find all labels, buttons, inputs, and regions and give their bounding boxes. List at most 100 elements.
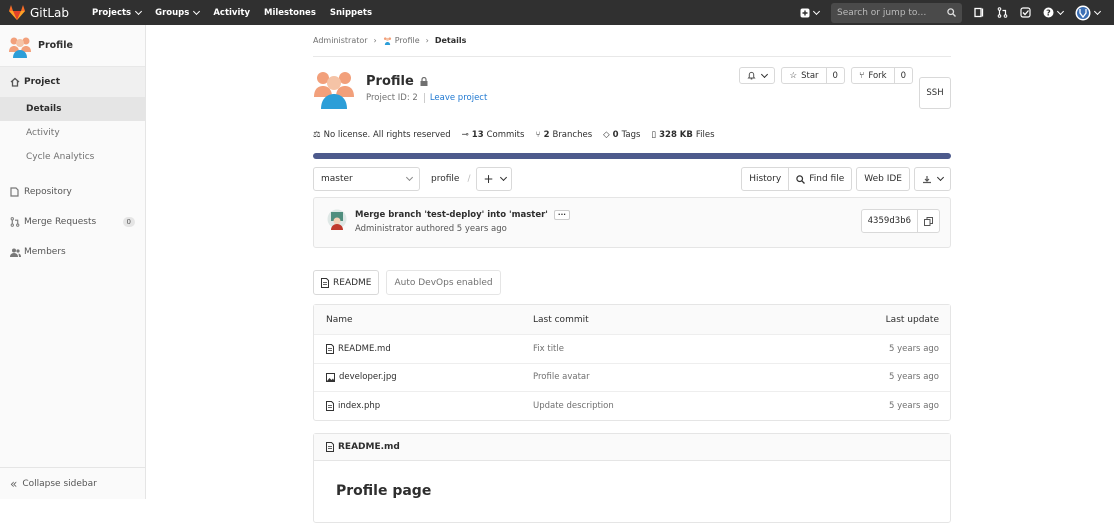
collapse-sidebar-button[interactable]: « Collapse sidebar <box>0 467 145 499</box>
nav-milestones[interactable]: Milestones <box>257 8 323 18</box>
chevron-down-icon <box>405 173 414 182</box>
branch-selector[interactable]: master <box>313 167 420 191</box>
breadcrumb-owner[interactable]: Administrator <box>313 36 368 45</box>
user-menu[interactable] <box>1069 0 1114 25</box>
fork-button[interactable]: ⑂ Fork 0 <box>850 67 913 84</box>
new-dropdown[interactable] <box>794 0 825 25</box>
top-navbar: GitLab Projects Groups Activity Mileston… <box>0 0 1114 25</box>
table-row[interactable]: index.php Update description 5 years ago <box>314 391 950 420</box>
path-root-link[interactable]: profile <box>431 174 459 184</box>
readme-header: README.md <box>314 433 950 461</box>
file-tree-table: Name Last commit Last update README.md F… <box>313 304 951 421</box>
file-last-update: 5 years ago <box>888 400 939 411</box>
repository-languages-bar[interactable] <box>313 153 951 159</box>
search-icon <box>796 174 806 184</box>
tag-icon: ◇ <box>603 130 610 140</box>
project-id: Project ID: 2 <box>366 93 418 103</box>
project-sidebar: Profile Project Details Activity Cycle A… <box>0 25 146 499</box>
chevron-down-icon <box>193 7 201 15</box>
breadcrumb-current: Details <box>434 36 467 45</box>
nav-projects[interactable]: Projects <box>85 7 148 18</box>
last-commit-panel: Merge branch 'test-deploy' into 'master'… <box>313 197 951 248</box>
leave-project-link[interactable]: Leave project <box>423 93 487 103</box>
table-row[interactable]: README.md Fix title 5 years ago <box>314 334 950 363</box>
clone-ssh-button[interactable]: SSH <box>919 77 951 109</box>
double-chevron-left-icon: « <box>10 476 18 491</box>
file-last-commit[interactable]: Update description <box>533 401 614 411</box>
history-button[interactable]: History <box>742 168 788 190</box>
add-to-tree-dropdown[interactable]: + <box>476 167 513 191</box>
sidebar-item-project[interactable]: Project <box>0 67 145 97</box>
nav-snippets[interactable]: Snippets <box>323 8 379 18</box>
sidebar-project-header[interactable]: Profile <box>0 25 145 67</box>
search-icon <box>947 8 956 17</box>
notification-dropdown[interactable] <box>739 67 776 84</box>
chevron-down-icon <box>936 173 945 182</box>
readme-filename-link[interactable]: README.md <box>338 442 400 452</box>
sidebar-item-repository[interactable]: Repository <box>0 177 145 207</box>
chevron-down-icon <box>812 7 821 15</box>
breadcrumb-separator-icon: › <box>425 36 429 45</box>
commit-sha[interactable]: 4359d3b6 <box>862 210 917 232</box>
issues-icon <box>974 7 984 18</box>
tags-stat[interactable]: ◇ 0 Tags <box>603 130 640 140</box>
file-last-update: 5 years ago <box>888 372 939 383</box>
project-meta: Project ID: 2 Leave project <box>366 93 487 103</box>
breadcrumb-project[interactable]: Profile <box>383 36 420 45</box>
branches-stat[interactable]: ⑂ 2 Branches <box>535 130 592 140</box>
download-dropdown[interactable] <box>914 167 951 191</box>
chevron-down-icon <box>761 70 769 78</box>
fork-count[interactable]: 0 <box>893 68 912 83</box>
web-ide-button[interactable]: Web IDE <box>856 167 910 191</box>
merge-request-icon <box>10 217 24 227</box>
gitlab-logo[interactable]: GitLab <box>9 0 69 25</box>
file-last-update: 5 years ago <box>888 343 939 354</box>
nav-groups[interactable]: Groups <box>148 7 206 18</box>
table-row[interactable]: developer.jpg Profile avatar 5 years ago <box>314 362 950 392</box>
chevron-down-icon <box>135 7 143 15</box>
file-last-commit[interactable]: Profile avatar <box>533 372 590 382</box>
home-icon <box>10 77 24 87</box>
sidebar-subitem-details[interactable]: Details <box>0 97 145 121</box>
merge-requests-icon-link[interactable] <box>991 0 1014 25</box>
license-stat[interactable]: ⚖ No license. All rights reserved <box>313 130 451 140</box>
users-icon <box>10 248 24 257</box>
project-stats: ⚖ No license. All rights reserved ⊸ 13 Comm… <box>313 126 951 144</box>
find-file-button[interactable]: Find file <box>788 168 851 190</box>
sidebar-subitem-cycle-analytics[interactable]: Cycle Analytics <box>0 145 145 169</box>
help-dropdown[interactable]: ? <box>1037 0 1069 25</box>
commit-message-link[interactable]: Merge branch 'test-deploy' into 'master' <box>355 210 548 220</box>
sidebar-item-merge-requests[interactable]: Merge Requests 0 <box>0 207 145 237</box>
table-header-row: Name Last commit Last update <box>314 305 950 334</box>
issues-icon-link[interactable] <box>968 0 991 25</box>
file-name-link[interactable]: index.php <box>338 401 380 411</box>
plus-icon: + <box>483 172 494 186</box>
auto-devops-button[interactable]: Auto DevOps enabled <box>386 270 501 295</box>
sidebar-subitem-activity[interactable]: Activity <box>0 121 145 145</box>
star-count[interactable]: 0 <box>825 68 844 83</box>
file-name-link[interactable]: developer.jpg <box>339 372 397 382</box>
header-name: Name <box>326 314 353 325</box>
star-button[interactable]: ☆ Star 0 <box>781 67 845 84</box>
plus-square-icon <box>800 8 810 17</box>
commit-author-avatar[interactable] <box>327 208 347 232</box>
file-name-link[interactable]: README.md <box>338 344 391 354</box>
merge-requests-count-badge: 0 <box>122 217 135 227</box>
readme-button[interactable]: README <box>313 270 380 295</box>
commits-stat[interactable]: ⊸ 13 Commits <box>462 130 525 140</box>
commit-expand-button[interactable]: ··· <box>553 210 570 220</box>
files-size-stat[interactable]: ▯ 328 KB Files <box>651 130 714 140</box>
copy-sha-button[interactable] <box>917 210 939 232</box>
todo-check-icon <box>1020 7 1031 18</box>
header-last-commit: Last commit <box>533 314 589 325</box>
project-actions: ☆ Star 0 ⑂ Fork 0 SSH <box>739 67 951 109</box>
breadcrumb: Administrator › Profile › Details <box>313 25 951 57</box>
sidebar-item-members[interactable]: Members <box>0 237 145 267</box>
search-input[interactable]: Search or jump to… <box>831 2 962 23</box>
todos-icon-link[interactable] <box>1014 0 1037 25</box>
file-last-commit[interactable]: Fix title <box>533 344 564 354</box>
svg-text:?: ? <box>1046 8 1051 17</box>
nav-activity[interactable]: Activity <box>206 8 257 18</box>
project-avatar <box>314 72 354 109</box>
project-avatar-icon <box>383 37 391 45</box>
